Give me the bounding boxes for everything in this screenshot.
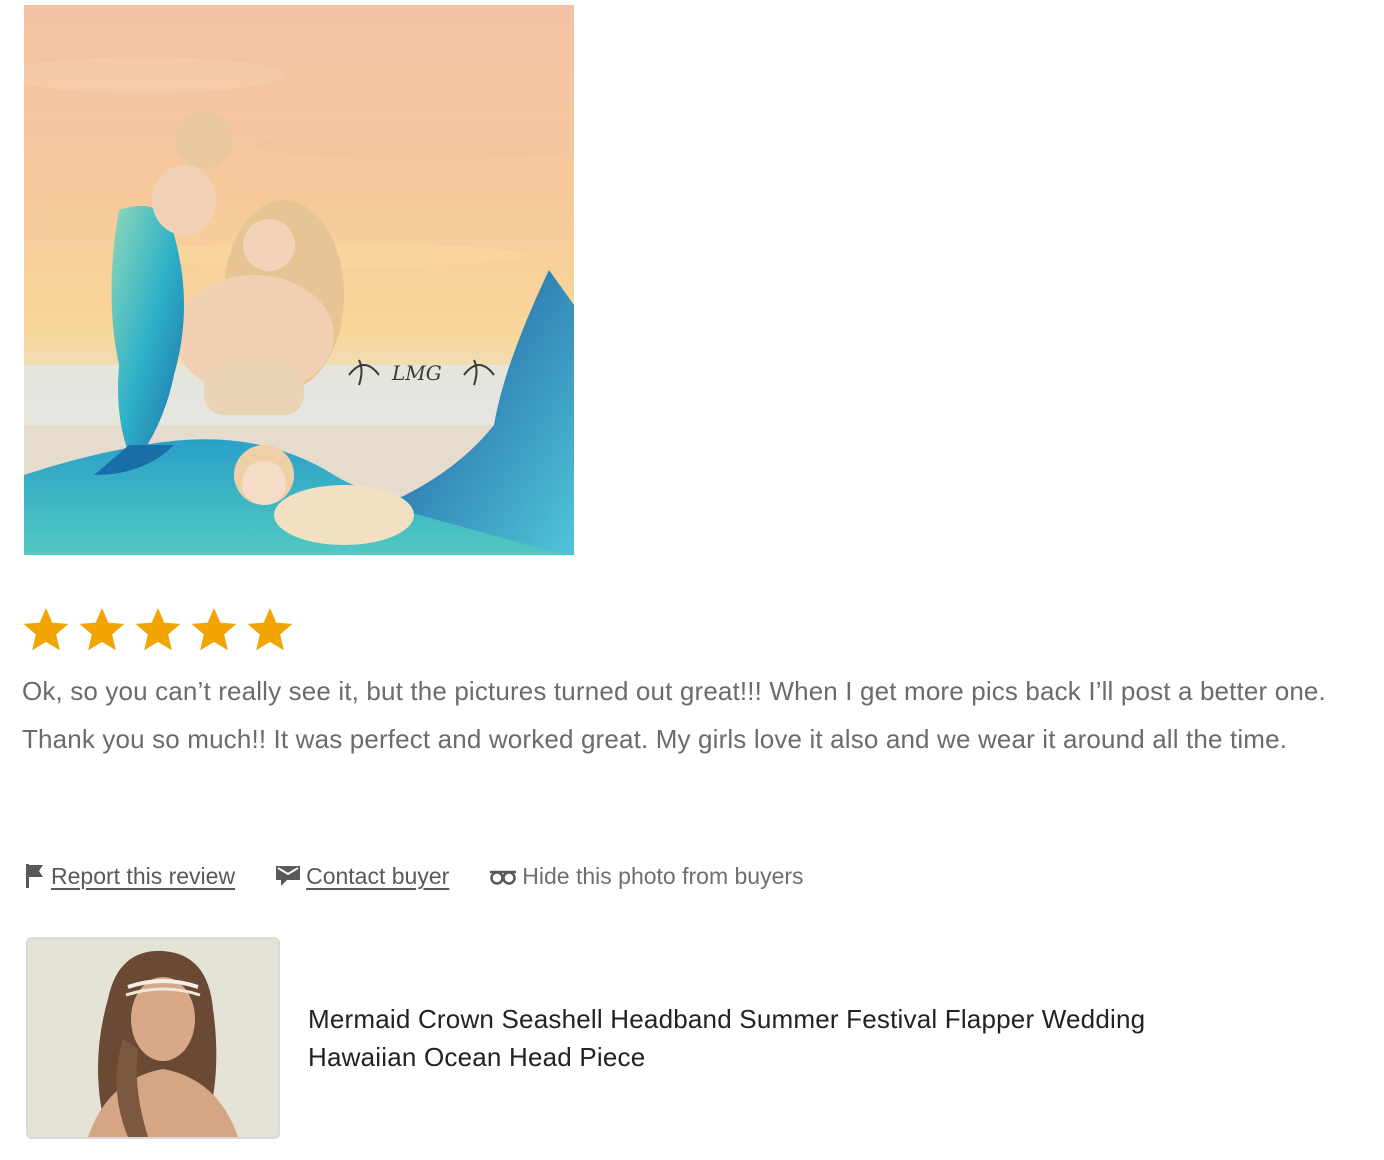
star-icon [79,607,125,651]
hide-photo-label: Hide this photo from buyers [522,862,804,889]
star-rating [20,604,296,656]
star-icon [247,607,293,651]
star-icon [191,607,237,651]
report-review-label: Report this review [51,862,236,889]
star-icon [135,607,181,651]
flag-icon [26,864,43,888]
message-icon [276,866,301,886]
review-photo[interactable]: LMG [24,5,574,555]
star-icon [23,607,69,651]
svg-text:LMG: LMG [391,361,442,385]
review-photo-image: LMG [24,5,574,555]
report-review-link[interactable]: Report this review [24,863,235,890]
hide-photo-link[interactable]: Hide this photo from buyers [489,862,804,890]
listing-thumbnail [26,937,280,1139]
review-actions: Report this review Contact buyer Hide th… [24,856,804,896]
listing-thumbnail-image [28,939,278,1137]
listing-title: Mermaid Crown Seashell Headband Summer F… [308,1004,1146,1072]
hide-eye-icon [490,870,517,885]
contact-buyer-label: Contact buyer [306,862,450,889]
listing-link[interactable]: Mermaid Crown Seashell Headband Summer F… [26,937,1148,1139]
review-text: Ok, so you can’t really see it, but the … [22,676,1326,754]
contact-buyer-link[interactable]: Contact buyer [275,863,449,890]
